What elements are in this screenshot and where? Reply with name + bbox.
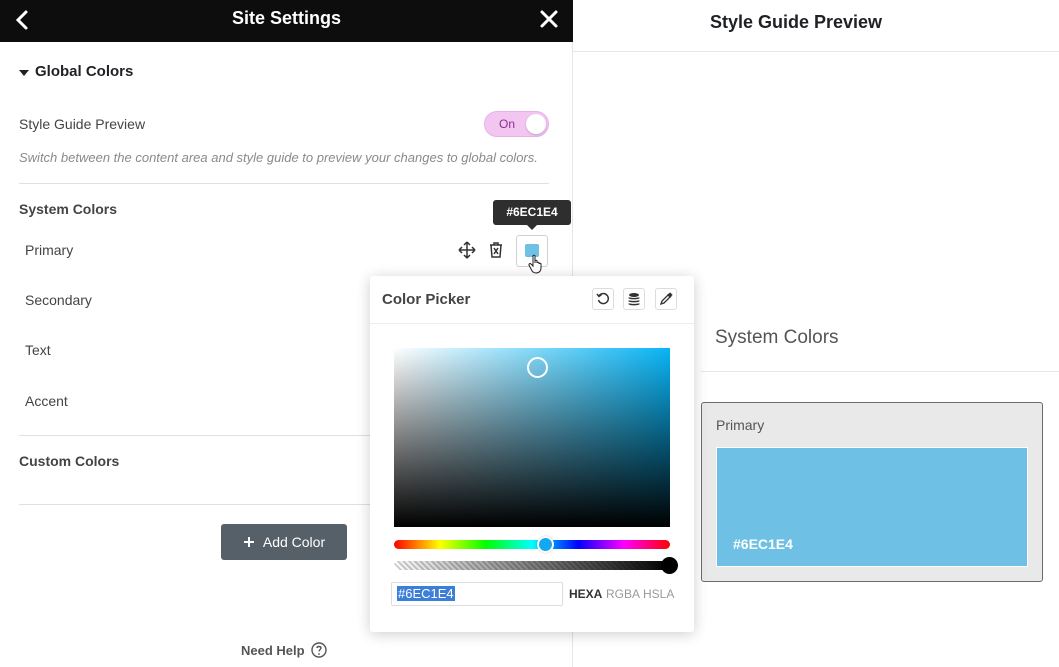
close-icon[interactable] xyxy=(539,9,559,29)
add-color-label: Add Color xyxy=(262,534,326,550)
global-colors-title: Global Colors xyxy=(35,63,134,80)
reset-icon xyxy=(596,292,610,305)
system-color-secondary[interactable]: Secondary xyxy=(25,292,92,308)
add-color-button[interactable]: Add Color xyxy=(221,524,347,560)
panel-header: Site Settings xyxy=(0,0,573,42)
preview-title: Style Guide Preview xyxy=(709,12,883,32)
reset-button[interactable] xyxy=(592,288,614,310)
hand-cursor-icon xyxy=(528,254,542,274)
divider xyxy=(701,371,1059,372)
primary-color-swatch-button[interactable] xyxy=(516,235,548,274)
alpha-handle[interactable] xyxy=(661,557,678,574)
plus-icon xyxy=(243,537,254,547)
custom-colors-title: Custom Colors xyxy=(19,453,120,469)
hex-input[interactable]: #6EC1E4 xyxy=(391,582,563,606)
delete-icon[interactable] xyxy=(487,241,505,259)
preview-card-label: Primary xyxy=(716,417,765,433)
hue-handle[interactable] xyxy=(537,536,554,553)
color-picker-title: Color Picker xyxy=(382,291,471,308)
preview-primary-card[interactable]: Primary #6EC1E4 xyxy=(701,402,1043,582)
divider xyxy=(573,51,1059,52)
global-colors-button[interactable] xyxy=(623,288,645,310)
hue-slider[interactable] xyxy=(394,540,670,549)
caret-down-icon xyxy=(19,69,29,76)
toggle-on-text: On xyxy=(499,117,516,131)
system-color-primary[interactable]: Primary xyxy=(25,242,73,258)
divider xyxy=(19,183,549,184)
global-colors-section-toggle[interactable]: Global Colors xyxy=(19,63,133,80)
alpha-slider[interactable] xyxy=(394,561,670,570)
system-color-text[interactable]: Text xyxy=(25,342,51,358)
saturation-cursor[interactable] xyxy=(527,357,548,378)
style-guide-preview-label: Style Guide Preview xyxy=(19,116,146,132)
panel-title: Site Settings xyxy=(231,8,342,28)
toggle-knob xyxy=(526,114,546,134)
preview-system-colors-title: System Colors xyxy=(715,327,839,348)
style-guide-preview-toggle[interactable]: On xyxy=(484,111,549,137)
eyedropper-icon xyxy=(659,292,673,306)
divider xyxy=(370,323,694,324)
format-rgba[interactable]: RGBA xyxy=(606,587,640,601)
system-color-accent[interactable]: Accent xyxy=(25,393,68,409)
system-colors-title: System Colors xyxy=(19,201,118,217)
format-hsla[interactable]: HSLA xyxy=(643,587,674,601)
need-help-label: Need Help xyxy=(241,642,305,658)
need-help-link[interactable]: Need Help xyxy=(241,642,327,658)
move-icon[interactable] xyxy=(458,241,476,259)
eyedropper-button[interactable] xyxy=(655,288,677,310)
preview-card-color: #6EC1E4 xyxy=(716,447,1028,567)
hex-input-value: #6EC1E4 xyxy=(397,586,455,601)
style-guide-hint: Switch between the content area and styl… xyxy=(19,150,538,165)
preview-card-hex: #6EC1E4 xyxy=(733,536,793,552)
database-icon xyxy=(628,293,640,306)
color-tooltip: #6EC1E4 xyxy=(493,200,571,230)
format-hexa[interactable]: HEXA xyxy=(569,587,602,601)
help-circle-icon xyxy=(310,642,327,658)
color-picker-popup: Color Picker #6EC1E4 HEXA RGBA HSLA xyxy=(370,276,694,632)
